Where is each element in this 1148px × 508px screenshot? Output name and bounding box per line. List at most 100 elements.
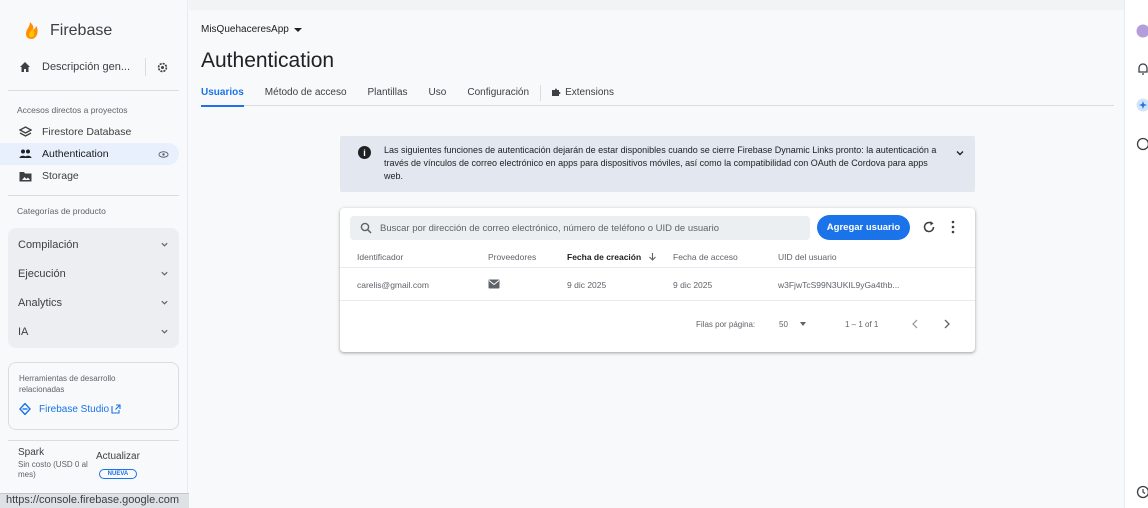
search-input[interactable] (380, 222, 800, 234)
caret-down-icon (800, 322, 807, 326)
category-analytics[interactable]: Analytics (8, 288, 179, 317)
table-header: Identificador Proveedores Fecha de creac… (340, 248, 975, 268)
tab-label: Plantillas (367, 87, 408, 98)
firebase-logo[interactable]: Firebase (8, 16, 179, 46)
divider (8, 195, 179, 196)
divider (8, 90, 179, 91)
col-uid: UID del usuario (778, 252, 837, 262)
plan-info: Spark Sin costo (USD 0 al mes) (8, 447, 88, 480)
category-label: IA (18, 325, 29, 338)
rows-per-page-label: Filas por página: (696, 320, 756, 329)
home-icon (20, 62, 30, 72)
pagination: Filas por página: 50 1 – 1 of 1 (340, 318, 975, 334)
tab-bar: Usuarios Método de acceso Plantillas Uso… (201, 84, 1114, 107)
info-icon: i (358, 146, 371, 159)
search-box (350, 216, 810, 240)
rows-per-page-value: 50 (779, 320, 788, 329)
project-name: MisQuehaceresApp (201, 24, 289, 35)
cell-signed-in: 9 dic 2025 (673, 280, 713, 290)
category-label: Analytics (18, 296, 63, 309)
bell-icon[interactable] (1136, 62, 1148, 76)
sidebar-item-label: Firestore Database (42, 126, 132, 138)
tab-users[interactable]: Usuarios (201, 84, 244, 107)
upgrade-button[interactable]: Actualizar NUEVA (96, 447, 140, 480)
tab-extensions[interactable]: Extensions (551, 84, 614, 106)
puzzle-icon (552, 88, 561, 96)
page-title: Authentication (201, 49, 335, 72)
right-rail (1124, 0, 1148, 508)
category-ai[interactable]: IA (8, 317, 179, 346)
chevron-down-icon (161, 300, 168, 305)
divider (540, 85, 542, 101)
search-icon (360, 222, 372, 234)
tab-label: Usuarios (201, 87, 244, 98)
upgrade-label: Actualizar (96, 451, 140, 462)
chevron-down-icon (161, 242, 168, 247)
status-url: https://console.firebase.google.com (0, 493, 193, 508)
category-label: Compilación (18, 238, 79, 251)
tab-usage[interactable]: Uso (429, 84, 447, 106)
col-created[interactable]: Fecha de creación (567, 252, 657, 262)
tab-label: Método de acceso (264, 87, 347, 98)
history-icon[interactable] (1136, 485, 1148, 499)
prev-page-icon[interactable] (910, 318, 920, 332)
project-overview-label: Descripción gen... (42, 61, 131, 73)
dev-tools-card: Herramientas de desarrollo relacionadas … (8, 362, 179, 430)
tab-sign-in-method[interactable]: Método de acceso (265, 84, 347, 106)
next-page-icon[interactable] (942, 318, 952, 332)
plan-cost: Sin costo (USD 0 al mes) (18, 460, 88, 479)
tab-label: Uso (428, 87, 447, 98)
col-signed-in: Fecha de acceso (673, 252, 738, 262)
dev-tools-title: Herramientas de desarrollo relacionadas (19, 374, 116, 394)
sidebar-item-firestore[interactable]: Firestore Database (0, 121, 179, 143)
divider (145, 58, 146, 76)
gear-icon[interactable] (156, 61, 169, 74)
deprecation-banner: i Las siguientes funciones de autenticac… (340, 136, 975, 192)
page-range: 1 – 1 of 1 (845, 320, 879, 329)
tab-label: Configuración (467, 87, 530, 98)
tab-settings[interactable]: Configuración (467, 84, 529, 106)
col-identifier: Identificador (357, 252, 404, 262)
brand-name: Firebase (50, 22, 113, 39)
more-vert-icon[interactable] (950, 220, 956, 234)
add-user-button[interactable]: Agregar usuario (817, 215, 910, 240)
firebase-studio-link[interactable]: Firebase Studio (19, 403, 168, 415)
sidebar: Firebase Descripción gen... Accesos dire… (0, 0, 188, 508)
tab-label: Extensions (565, 87, 614, 98)
tab-templates[interactable]: Plantillas (368, 84, 408, 106)
category-run[interactable]: Ejecución (8, 259, 179, 288)
sidebar-item-label: Storage (42, 170, 79, 182)
external-link-icon (111, 404, 121, 414)
email-icon (488, 279, 500, 291)
chevron-down-icon (161, 271, 168, 276)
firebase-studio-icon (19, 403, 31, 415)
project-overview-item[interactable]: Descripción gen... (8, 50, 179, 84)
category-build[interactable]: Compilación (8, 230, 179, 259)
new-badge: NUEVA (98, 469, 138, 479)
billing-plan: Spark Sin costo (USD 0 al mes) Actualiza… (8, 440, 179, 480)
chevron-down-icon[interactable] (955, 148, 965, 158)
help-icon[interactable] (1136, 137, 1148, 151)
eye-icon[interactable] (158, 149, 169, 160)
sidebar-item-authentication[interactable]: Authentication (0, 143, 179, 165)
folder-image-icon (18, 170, 32, 182)
sidebar-item-storage[interactable]: Storage (0, 165, 179, 187)
firebase-studio-label: Firebase Studio (39, 403, 110, 415)
col-created-label: Fecha de creación (567, 252, 642, 262)
avatar[interactable] (1136, 24, 1148, 38)
col-providers: Proveedores (488, 252, 537, 262)
refresh-icon[interactable] (922, 220, 936, 234)
table-row[interactable]: carelis@gmail.com 9 dic 2025 9 dic 2025 … (340, 269, 975, 301)
caret-down-icon (293, 27, 302, 32)
project-selector[interactable]: MisQuehaceresApp (201, 24, 302, 35)
main-content: MisQuehaceresApp Authentication Usuarios… (189, 0, 1124, 508)
firestore-icon (18, 126, 32, 138)
spark-icon[interactable] (1136, 98, 1148, 112)
banner-text: Las siguientes funciones de autenticació… (384, 145, 937, 181)
firebase-flame-icon (26, 22, 38, 39)
rows-per-page-select[interactable]: 50 (779, 320, 807, 329)
cell-created: 9 dic 2025 (567, 280, 607, 290)
users-icon (18, 148, 32, 160)
plan-name: Spark (18, 447, 45, 458)
cell-identifier: carelis@gmail.com (357, 280, 429, 290)
